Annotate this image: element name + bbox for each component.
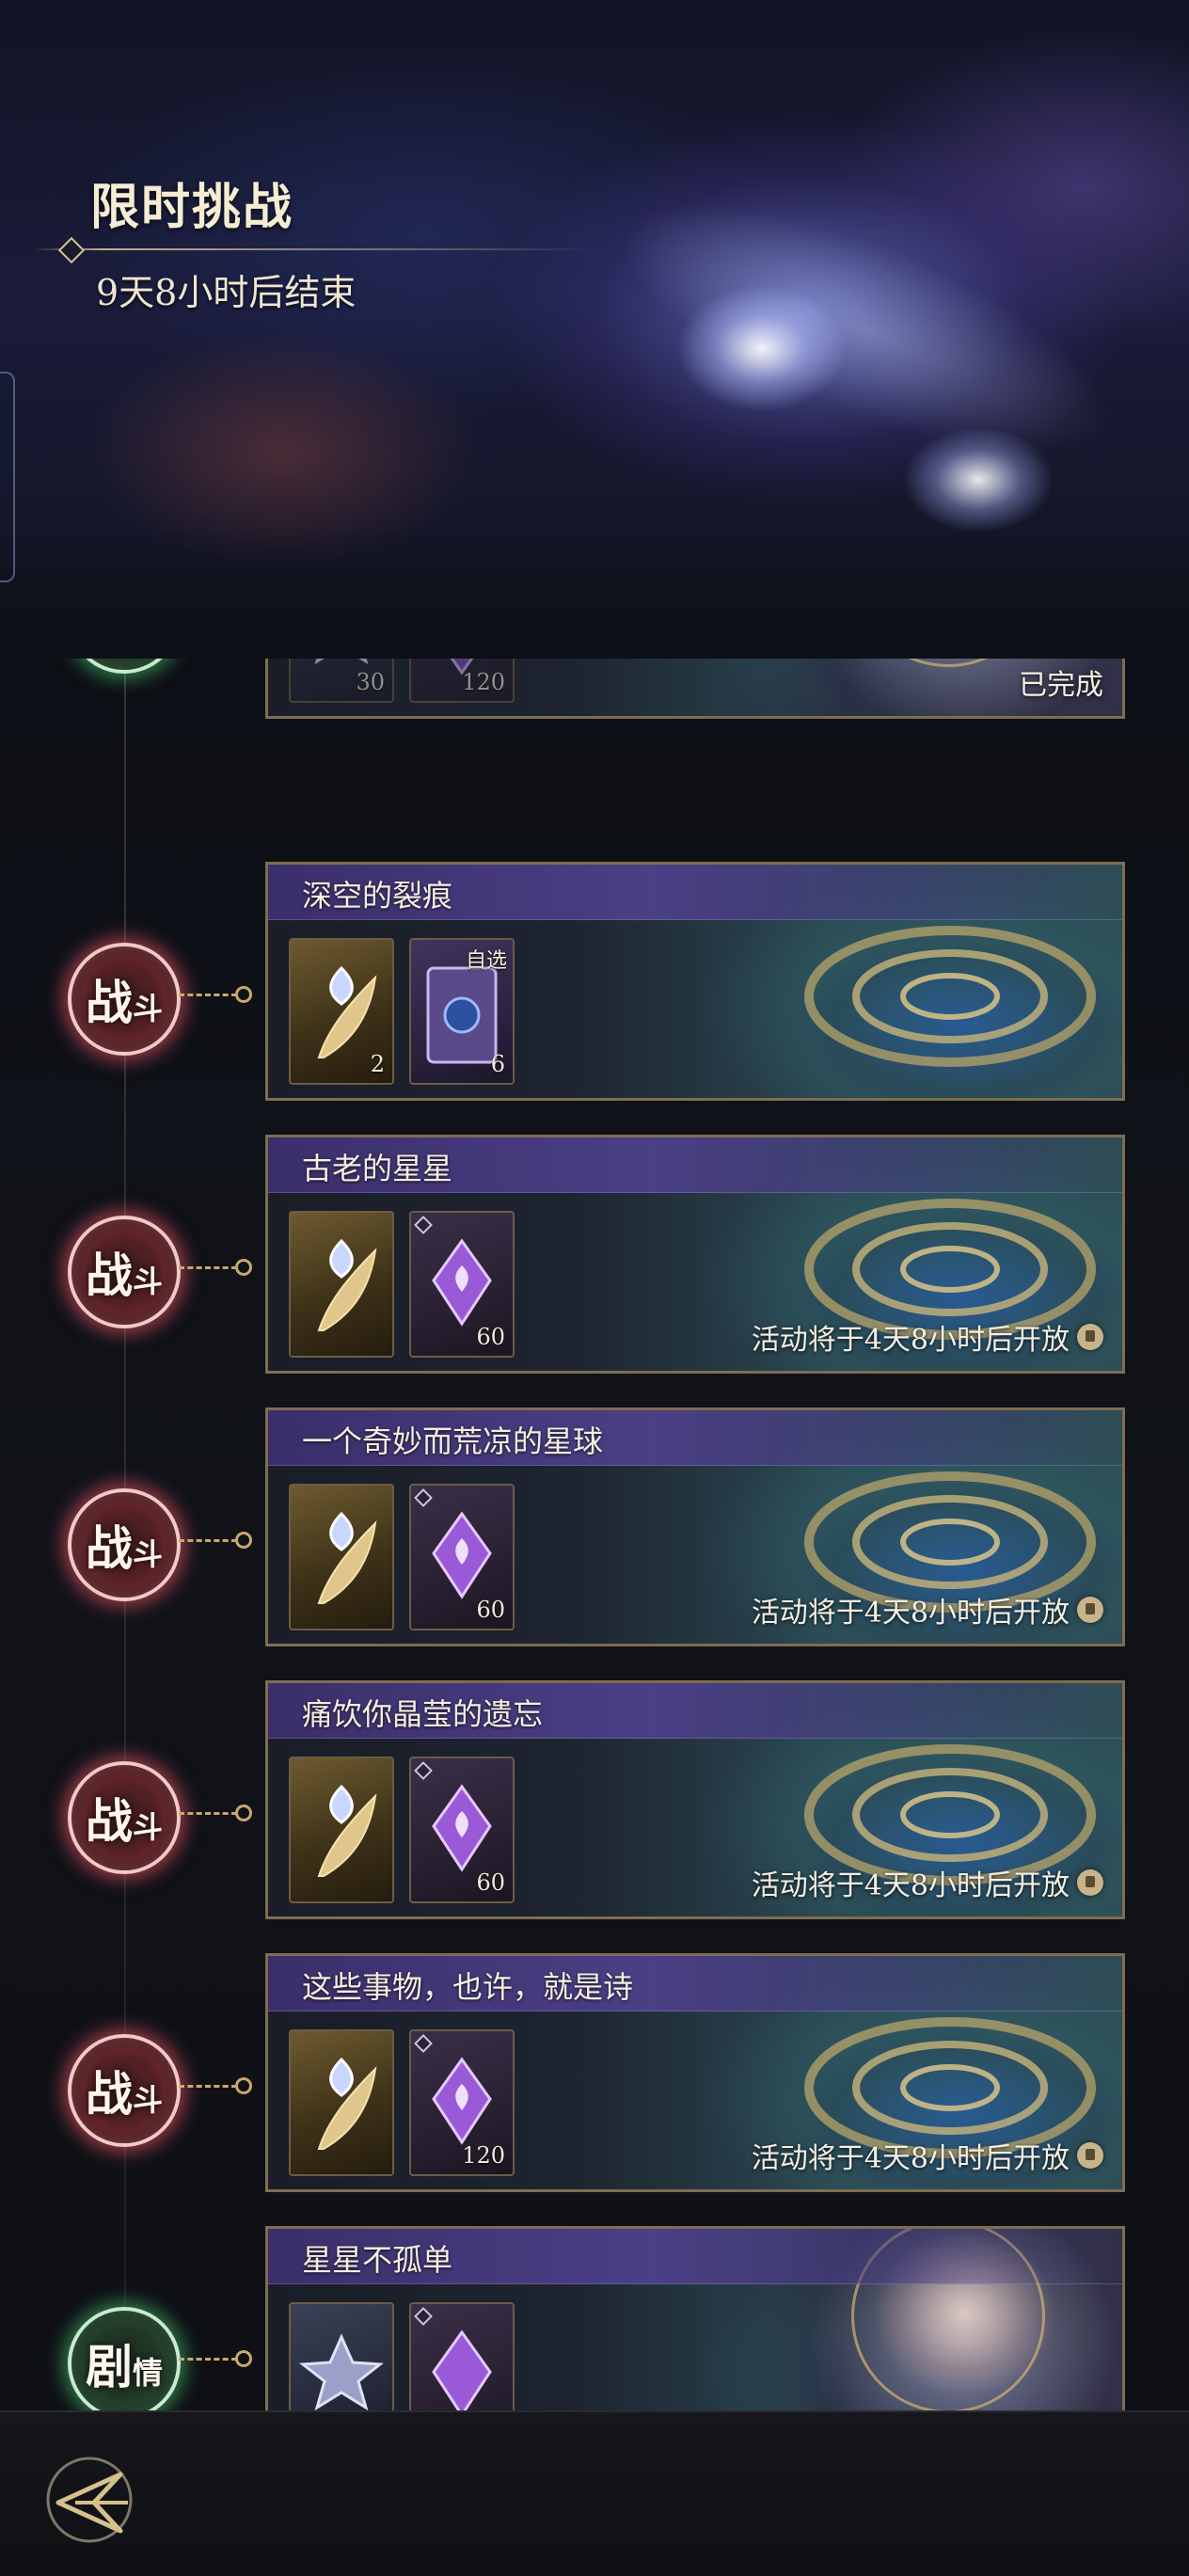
- connector-ring: [235, 1532, 252, 1549]
- lock-icon: [1077, 1869, 1103, 1896]
- title-block: 限时挑战: [34, 167, 598, 264]
- side-drawer-handle[interactable]: [0, 372, 15, 582]
- rune-circle-art: [804, 926, 1096, 1067]
- connector-line: [179, 2358, 237, 2361]
- connector-ring: [235, 2350, 252, 2367]
- stage-title-bar: 一个奇妙而荒凉的星球: [268, 1410, 1122, 1466]
- story-node: 剧情: [68, 659, 181, 674]
- stage-status: 已完成: [1019, 669, 1103, 702]
- stage-card[interactable]: 一个奇妙而荒凉的星球 60 活动将于4天8小时后开放: [265, 1407, 1125, 1646]
- stage-row[interactable]: 剧情 星星不孤单: [0, 2226, 1189, 2410]
- event-banner: 限时挑战 9天8小时后结束: [0, 0, 1189, 659]
- connector-ring: [235, 1805, 252, 1821]
- stage-card[interactable]: 这些事物，也许，就是诗 120 活动将于4天8小时后开放: [265, 1953, 1125, 2192]
- story-node: 剧情: [68, 2307, 181, 2410]
- battle-node: 战斗: [68, 943, 181, 1056]
- star-icon: [298, 2333, 385, 2410]
- reward-item[interactable]: [289, 2029, 394, 2176]
- reward-item[interactable]: 60: [409, 1484, 515, 1630]
- stage-row[interactable]: 战斗 深空的裂痕 2 自选 6: [0, 862, 1189, 1108]
- battle-node: 战斗: [68, 1216, 181, 1328]
- connector-ring: [235, 1259, 252, 1276]
- battle-node: 战斗: [68, 1488, 181, 1601]
- optional-tag: 自选: [465, 949, 507, 973]
- event-countdown: 9天8小时后结束: [96, 272, 357, 313]
- stage-title-bar: 古老的星星: [268, 1137, 1122, 1193]
- nebula-art: [589, 151, 1142, 507]
- stage-title: 痛饮你晶莹的遗忘: [302, 1696, 544, 1732]
- battle-node: 战斗: [68, 2034, 181, 2147]
- reward-item[interactable]: 120: [409, 659, 515, 703]
- back-arrow-icon: [46, 2457, 133, 2543]
- connector-ring: [235, 986, 252, 1003]
- connector-line: [179, 1539, 237, 1542]
- stage-card[interactable]: 深空的裂痕 2 自选 6: [265, 862, 1125, 1101]
- unlock-countdown: 活动将于4天8小时后开放: [752, 2135, 1103, 2176]
- stage-title: 深空的裂痕: [302, 878, 453, 914]
- stage-list[interactable]: 剧情 30 120 已完成 战斗: [0, 659, 1189, 2410]
- lock-icon: [1077, 1324, 1103, 1350]
- reward-item[interactable]: 2: [289, 938, 394, 1085]
- connector-line: [179, 1812, 237, 1815]
- connector-ring: [235, 2077, 252, 2094]
- bottom-bar: [0, 2410, 1189, 2576]
- stage-title: 星星不孤单: [302, 2242, 453, 2278]
- reward-item[interactable]: 自选 6: [409, 938, 515, 1085]
- unlock-countdown: 活动将于4天8小时后开放: [752, 1862, 1103, 1903]
- reward-item[interactable]: [289, 2302, 394, 2410]
- lock-icon: [1077, 2142, 1103, 2169]
- connector-line: [179, 1266, 237, 1269]
- reward-item[interactable]: 30: [289, 659, 394, 703]
- unlock-countdown: 活动将于4天8小时后开放: [752, 1589, 1103, 1630]
- reward-item[interactable]: 60: [409, 1211, 515, 1358]
- stage-title-bar: 痛饮你晶莹的遗忘: [268, 1683, 1122, 1739]
- stage-card[interactable]: 星星不孤单: [265, 2226, 1125, 2410]
- stage-row[interactable]: 战斗 痛饮你晶莹的遗忘 60 活动将于4天8小时后开放: [0, 1680, 1189, 1927]
- reward-item[interactable]: [409, 2302, 515, 2410]
- stage-title: 一个奇妙而荒凉的星球: [302, 1423, 604, 1459]
- feather-icon: [317, 2057, 377, 2150]
- feather-icon: [317, 1238, 377, 1331]
- diamond-ornament-icon: [57, 236, 86, 264]
- feather-icon: [317, 1784, 377, 1877]
- stage-title-bar: 星星不孤单: [268, 2229, 1122, 2284]
- connector-line: [179, 2085, 237, 2088]
- connector-line: [179, 994, 237, 996]
- stage-row[interactable]: 战斗 一个奇妙而荒凉的星球 60 活动将于4天8小时后开放: [0, 1407, 1189, 1654]
- stage-row[interactable]: 战斗 古老的星星 60 活动将于4天8小时后开放: [0, 1135, 1189, 1381]
- reward-item[interactable]: [289, 1484, 394, 1630]
- stage-row[interactable]: 剧情 30 120 已完成: [0, 659, 1189, 726]
- stage-title: 古老的星星: [302, 1151, 453, 1186]
- battle-node: 战斗: [68, 1761, 181, 1874]
- stage-card[interactable]: 30 120 已完成: [265, 659, 1125, 719]
- reward-item[interactable]: 60: [409, 1757, 515, 1903]
- feather-icon: [317, 1511, 377, 1604]
- stage-title-bar: 这些事物，也许，就是诗: [268, 1956, 1122, 2012]
- stage-card[interactable]: 古老的星星 60 活动将于4天8小时后开放: [265, 1135, 1125, 1374]
- stage-card[interactable]: 痛饮你晶莹的遗忘 60 活动将于4天8小时后开放: [265, 1680, 1125, 1919]
- title-divider: [34, 248, 598, 250]
- reward-item[interactable]: 120: [409, 2029, 515, 2176]
- unlock-countdown: 活动将于4天8小时后开放: [752, 1316, 1103, 1358]
- back-button[interactable]: [38, 2448, 141, 2552]
- stage-title-bar: 深空的裂痕: [268, 865, 1122, 920]
- stage-row[interactable]: 战斗 这些事物，也许，就是诗 120 活动将于4天8小时后开放: [0, 1953, 1189, 2200]
- lock-icon: [1077, 1597, 1103, 1623]
- crystal-icon: [432, 2330, 492, 2410]
- reward-item[interactable]: [289, 1757, 394, 1903]
- page-title: 限时挑战: [90, 179, 294, 236]
- reward-item[interactable]: [289, 1211, 394, 1358]
- stage-title: 这些事物，也许，就是诗: [302, 1969, 634, 2005]
